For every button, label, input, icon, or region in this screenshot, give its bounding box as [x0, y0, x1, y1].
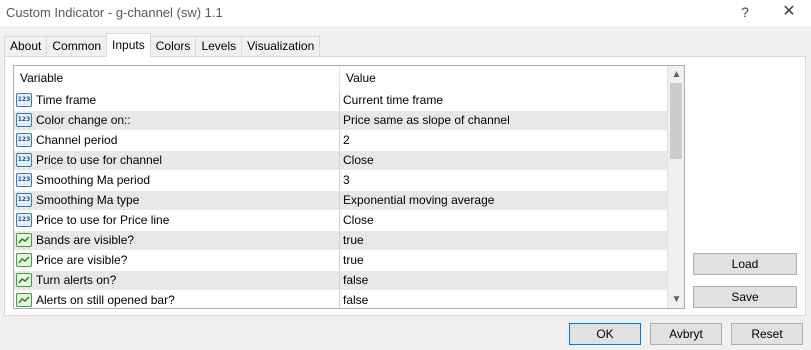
tab-levels[interactable]: Levels	[195, 36, 243, 57]
window-title: Custom Indicator - g-channel (sw) 1.1	[6, 5, 223, 20]
variable-name: Time frame	[14, 91, 340, 110]
close-button[interactable]: ✕	[774, 2, 804, 24]
boolean-param-icon	[16, 293, 32, 307]
variable-value[interactable]: Current time frame	[340, 91, 667, 110]
variable-value[interactable]: 3	[340, 171, 667, 190]
variable-value[interactable]: true	[340, 251, 667, 270]
tab-strip: About Common Inputs Colors Levels Visual…	[4, 33, 321, 57]
column-header-variable[interactable]: Variable	[14, 66, 63, 90]
title-bar: Custom Indicator - g-channel (sw) 1.1 ? …	[0, 0, 811, 26]
variable-value[interactable]: Exponential moving average	[340, 191, 667, 210]
numeric-param-icon: 123	[16, 173, 32, 187]
variable-name: Smoothing Ma period	[14, 171, 340, 190]
grid-rows: Time frame 123 Current time frame Color cha…	[14, 90, 667, 308]
table-row[interactable]: Alerts on still opened bar? false	[14, 290, 667, 308]
numeric-param-icon: 123	[16, 153, 32, 167]
table-row[interactable]: Price to use for Price line 123 Close	[14, 210, 667, 230]
variable-name: Turn alerts on?	[14, 271, 340, 290]
reset-button[interactable]: Reset	[731, 323, 803, 345]
table-row[interactable]: Price are visible? true	[14, 250, 667, 270]
table-row[interactable]: Channel period 123 2	[14, 130, 667, 150]
table-row[interactable]: Bands are visible? true	[14, 230, 667, 250]
variable-name: Price to use for Price line	[14, 211, 340, 230]
table-row[interactable]: Color change on:: 123 Price same as slope …	[14, 110, 667, 130]
cancel-button[interactable]: Avbryt	[650, 323, 722, 345]
boolean-param-icon	[16, 233, 32, 247]
variable-value[interactable]: Close	[340, 151, 667, 170]
table-row[interactable]: Turn alerts on? false	[14, 270, 667, 290]
numeric-param-icon: 123	[16, 133, 32, 147]
variable-name: Alerts on still opened bar?	[14, 291, 340, 308]
boolean-param-icon	[16, 273, 32, 287]
numeric-param-icon: 123	[16, 113, 32, 127]
variable-name: Price to use for channel	[14, 151, 340, 170]
scroll-up-icon[interactable]: ▲	[668, 66, 684, 83]
boolean-param-icon	[16, 253, 32, 267]
table-row[interactable]: Price to use for channel 123 Close	[14, 150, 667, 170]
scroll-down-icon[interactable]: ▼	[668, 291, 684, 308]
table-row[interactable]: Smoothing Ma type 123 Exponential moving a…	[14, 190, 667, 210]
save-button[interactable]: Save	[693, 286, 797, 308]
help-button[interactable]: ?	[732, 2, 758, 24]
table-row[interactable]: Time frame 123 Current time frame	[14, 90, 667, 110]
tab-colors[interactable]: Colors	[149, 36, 197, 57]
variable-value[interactable]: Price same as slope of channel	[340, 111, 667, 130]
tab-inputs[interactable]: Inputs	[106, 33, 151, 57]
variable-name: Color change on::	[14, 111, 340, 130]
variable-name: Smoothing Ma type	[14, 191, 340, 210]
scrollbar-thumb[interactable]	[670, 83, 682, 159]
variable-name: Bands are visible?	[14, 231, 340, 250]
variable-name: Price are visible?	[14, 251, 340, 270]
variable-value[interactable]: 2	[340, 131, 667, 150]
variable-value[interactable]: Close	[340, 211, 667, 230]
inputs-grid: Variable Value Time frame 123 Current time…	[13, 65, 685, 309]
table-row[interactable]: Smoothing Ma period 123 3	[14, 170, 667, 190]
numeric-param-icon: 123	[16, 93, 32, 107]
variable-value[interactable]: false	[340, 271, 667, 290]
tab-common[interactable]: Common	[46, 36, 108, 57]
variable-value[interactable]: false	[340, 291, 667, 308]
tab-about[interactable]: About	[4, 36, 48, 57]
vertical-scrollbar[interactable]: ▲ ▼	[667, 66, 684, 308]
tab-visualization[interactable]: Visualization	[241, 36, 321, 57]
ok-button[interactable]: OK	[569, 323, 641, 345]
load-button[interactable]: Load	[693, 253, 797, 275]
numeric-param-icon: 123	[16, 213, 32, 227]
numeric-param-icon: 123	[16, 193, 32, 207]
column-header-value[interactable]: Value	[340, 66, 376, 90]
variable-value[interactable]: true	[340, 231, 667, 250]
grid-header: Variable Value	[14, 66, 667, 90]
variable-name: Channel period	[14, 131, 340, 150]
